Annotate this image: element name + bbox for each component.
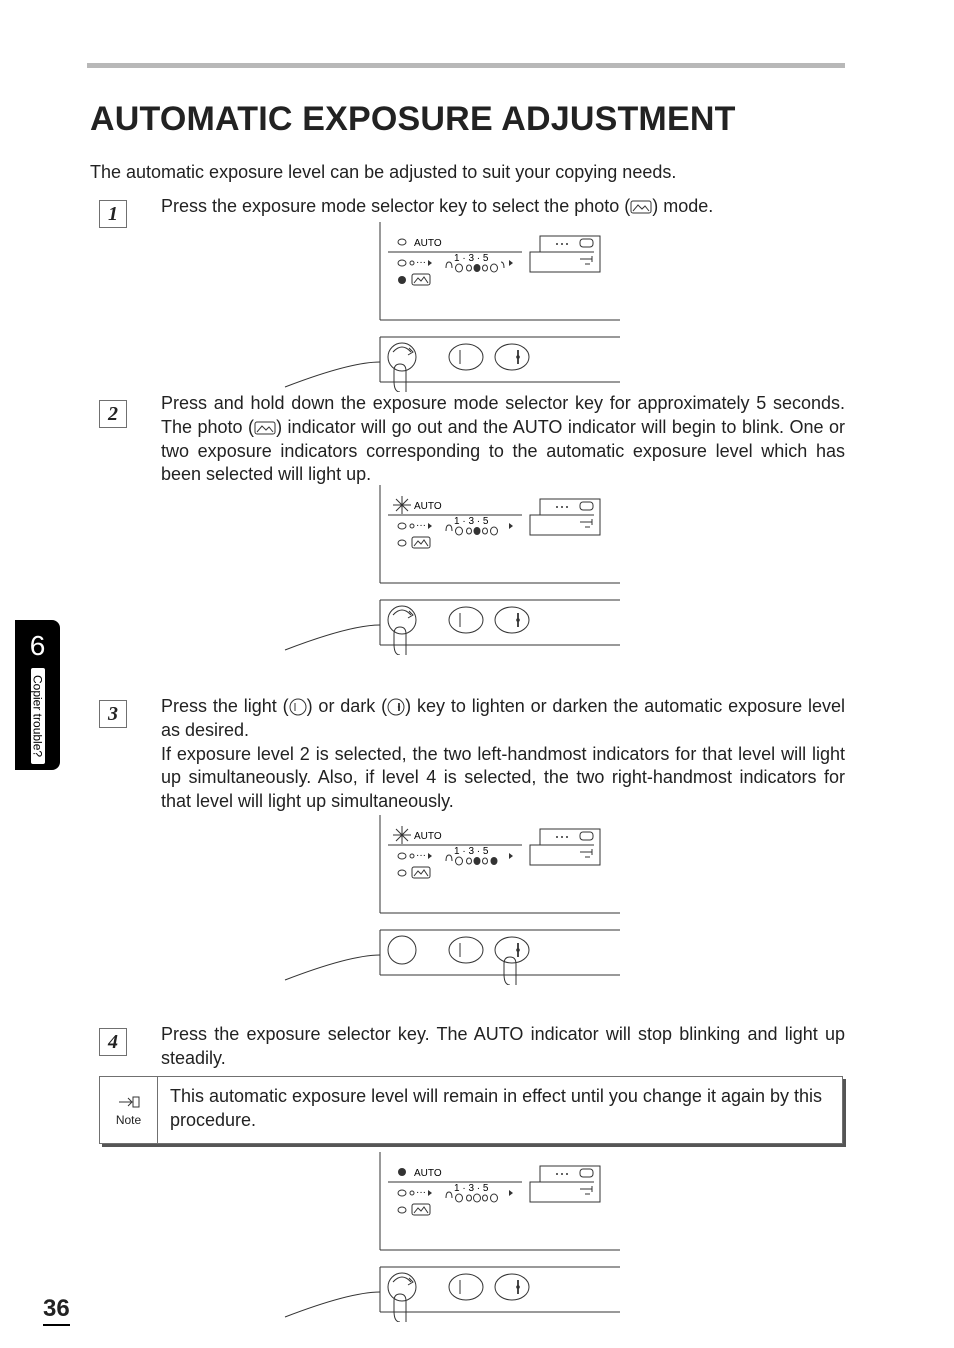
step-3-text: Press the light () or dark () key to lig… [161, 695, 845, 814]
chapter-tab: 6 Copier trouble? [15, 620, 60, 770]
panel-diagram-4: AUTO ··· 1 · 3 · 5 [280, 1152, 720, 1327]
light-key-icon [289, 698, 307, 716]
pointing-hand-icon [117, 1093, 141, 1111]
tick-labels: 1 · 3 · 5 [454, 516, 489, 527]
step-3-number: 3 [99, 700, 127, 728]
tick-labels: 1 · 3 · 5 [454, 253, 489, 264]
panel-diagram-2: AUTO ··· 1 · 3 · 5 [280, 485, 720, 660]
chapter-number: 6 [30, 630, 46, 662]
intro-text: The automatic exposure level can be adju… [90, 162, 676, 183]
panel-diagram-1: AUTO ··· 1 · 3 · 5 [280, 222, 720, 397]
svg-text:···: ··· [416, 850, 426, 861]
tick-labels: 1 · 3 · 5 [454, 1183, 489, 1194]
note-label: Note [116, 1113, 141, 1127]
tick-labels: 1 · 3 · 5 [454, 846, 489, 857]
label-auto: AUTO [414, 501, 442, 512]
label-auto: AUTO [414, 238, 442, 249]
step-1-text: Press the exposure mode selector key to … [161, 195, 843, 219]
photo-icon [254, 420, 276, 436]
note-icon-col: Note [100, 1077, 158, 1143]
text: ) or dark ( [307, 696, 388, 716]
step-4-number: 4 [99, 1028, 127, 1056]
text: ) mode. [652, 196, 713, 216]
text: Press the light ( [161, 696, 289, 716]
photo-icon [630, 199, 652, 215]
text: Press the exposure mode selector key to … [161, 196, 630, 216]
note-inner: Note This automatic exposure level will … [99, 1076, 843, 1144]
svg-text:···: ··· [416, 257, 426, 268]
step-4-text: Press the exposure selector key. The AUT… [161, 1023, 845, 1071]
step-1-number: 1 [99, 200, 127, 228]
note-text: This automatic exposure level will remai… [158, 1077, 842, 1143]
chapter-label: Copier trouble? [31, 668, 45, 764]
top-divider [87, 63, 845, 68]
text: If exposure level 2 is selected, the two… [161, 744, 845, 812]
svg-text:···: ··· [416, 520, 426, 531]
svg-text:···: ··· [416, 1187, 426, 1198]
page-title: AUTOMATIC EXPOSURE ADJUSTMENT [90, 100, 736, 139]
label-auto: AUTO [414, 1168, 442, 1179]
step-2-text: Press and hold down the exposure mode se… [161, 392, 845, 487]
step-2-number: 2 [99, 400, 127, 428]
dark-key-icon [387, 698, 405, 716]
panel-diagram-3: AUTO ··· 1 · 3 · 5 [280, 815, 720, 990]
page-number: 36 [43, 1295, 70, 1326]
note-box: Note This automatic exposure level will … [99, 1076, 843, 1144]
label-auto: AUTO [414, 831, 442, 842]
